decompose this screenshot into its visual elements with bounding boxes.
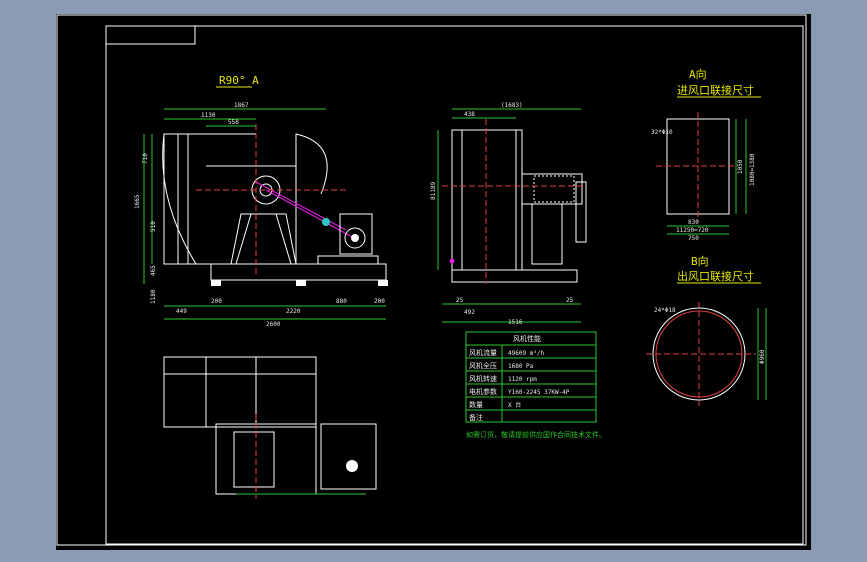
dim-a-left: 32*Φ10 <box>651 129 673 136</box>
spec-note: 如需订货，敬请提前供应国作合同技术文件。 <box>466 430 606 439</box>
b-view-title: B向 <box>691 254 709 268</box>
spec-table-title: 风机性能 <box>513 334 541 343</box>
dim-a-w2: 11250=720 <box>676 227 709 234</box>
spec-row-label: 风机转速 <box>469 374 497 383</box>
b-view-subtitle: 出风口联接尺寸 <box>677 269 754 283</box>
dim-side-top: (1683) <box>501 102 523 109</box>
dim-front-bottom1: 449 <box>176 308 187 315</box>
spec-row-label: 风机流量 <box>469 348 497 357</box>
drawing-canvas: R90° A 1867 1130 558 710 1665 510 465 11… <box>56 14 807 546</box>
spec-row-value: 1680 Pa <box>508 363 534 370</box>
dim-side-total: 1516 <box>508 319 523 326</box>
dim-front-left5: 1180 <box>150 289 157 304</box>
dim-side-left: 81189 <box>430 182 437 200</box>
spec-row-value: 49609 m³/h <box>508 350 545 357</box>
dim-b-left: 24*Φ18 <box>654 307 676 314</box>
dim-side-a: 438 <box>464 111 475 118</box>
cad-viewport[interactable]: R90° A 1867 1130 558 710 1665 510 465 11… <box>56 14 811 550</box>
dim-front-left3: 510 <box>150 221 157 232</box>
dim-front-bottom4: 880 <box>336 298 347 305</box>
spec-row-value: Y160-2245 37KW-4P <box>508 389 570 396</box>
dim-front-left1: 710 <box>142 153 149 164</box>
dim-a-r1: 1050 <box>737 159 744 174</box>
spec-row-label: 数量 <box>469 400 483 409</box>
dim-front-left2: 1665 <box>134 194 141 209</box>
dim-front-top: 1867 <box>234 102 249 109</box>
dim-a-w1: 830 <box>688 219 699 226</box>
dim-side-b2: 25 <box>566 297 574 304</box>
spec-row-label: 电机参数 <box>469 387 497 396</box>
spec-row-label: 风机全压 <box>469 361 497 370</box>
dim-front-left4: 465 <box>150 265 157 276</box>
plan-view <box>163 356 377 499</box>
a-view: A向 进风口联接尺寸 32*Φ10 830 11250=720 750 1050… <box>651 67 761 242</box>
a-view-title: A向 <box>689 67 707 81</box>
title-tag-box <box>105 25 196 45</box>
drawing-border <box>105 25 804 545</box>
dim-a-r2: 1080=1380 <box>749 153 756 186</box>
dim-front-b: 558 <box>228 119 239 126</box>
dim-a-w3: 750 <box>688 235 699 242</box>
b-view: B向 出风口联接尺寸 24*Φ18 Φ960 <box>646 254 767 406</box>
side-view: (1683) 438 81189 25 25 492 1516 <box>430 102 587 326</box>
dim-b-r: Φ960 <box>759 349 766 364</box>
dim-front-bottom3: 2220 <box>286 308 301 315</box>
dim-front-total: 2600 <box>266 321 281 328</box>
spec-table: 风机性能 风机流量 49609 m³/h 风机全压 1680 Pa 风机转速 1… <box>465 331 606 439</box>
dim-front-a: 1130 <box>201 112 216 119</box>
spec-row-value: 1120 rpm <box>508 376 537 383</box>
spec-row-label: 备注 <box>469 413 483 422</box>
a-view-subtitle: 进风口联接尺寸 <box>677 83 754 97</box>
dim-front-bottom2: 200 <box>211 298 222 305</box>
dim-front-bottom5: 200 <box>374 298 385 305</box>
dim-side-b3: 492 <box>464 309 475 316</box>
front-view-title: R90° A <box>219 74 259 87</box>
front-view: R90° A 1867 1130 558 710 1665 510 465 11… <box>134 74 388 328</box>
dim-side-b1: 25 <box>456 297 464 304</box>
spec-row-value: X 台 <box>508 401 521 409</box>
